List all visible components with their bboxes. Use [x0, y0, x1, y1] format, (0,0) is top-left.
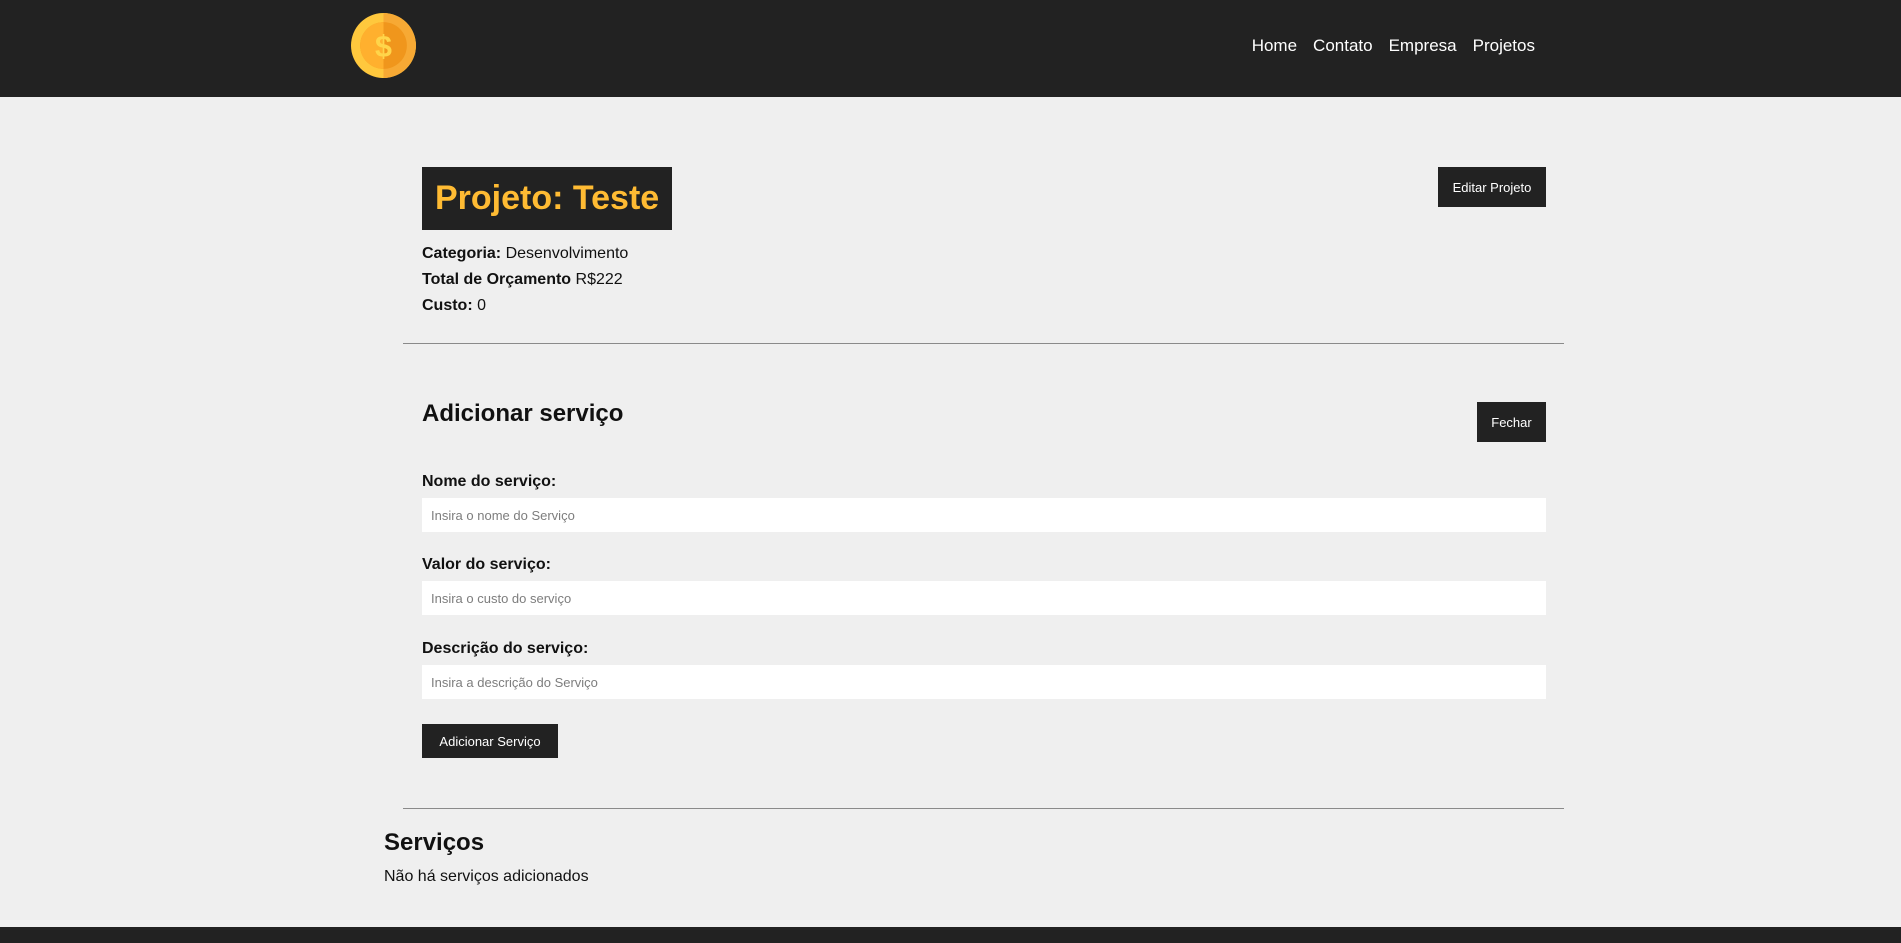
- edit-project-button[interactable]: Editar Projeto: [1438, 167, 1546, 207]
- service-name-input[interactable]: [422, 498, 1546, 532]
- project-category: Categoria: Desenvolvimento: [422, 245, 628, 263]
- footer: [0, 927, 1901, 943]
- add-service-title: Adicionar serviço: [422, 400, 624, 427]
- nav-link-contato[interactable]: Contato: [1313, 36, 1373, 56]
- svg-text:$: $: [375, 30, 392, 64]
- project-budget: Total de Orçamento R$222: [422, 271, 623, 289]
- dollar-coin-icon[interactable]: $: [351, 13, 416, 78]
- nav-link-empresa[interactable]: Empresa: [1389, 36, 1457, 56]
- project-cost: Custo: 0: [422, 297, 486, 315]
- service-description-input[interactable]: [422, 665, 1546, 699]
- service-value-label: Valor do serviço:: [422, 556, 551, 573]
- service-description-label: Descrição do serviço:: [422, 640, 589, 657]
- cost-value: 0: [477, 297, 487, 314]
- add-service-button[interactable]: Adicionar Serviço: [422, 724, 558, 758]
- section-divider: [403, 343, 1564, 344]
- project-title: Projeto: Teste: [435, 179, 660, 217]
- project-title-box: Projeto: Teste: [422, 167, 673, 230]
- section-divider: [403, 808, 1564, 809]
- category-value: Desenvolvimento: [505, 245, 629, 262]
- category-label: Categoria:: [422, 245, 502, 262]
- navbar: $ Home Contato Empresa Projetos: [0, 0, 1901, 97]
- cost-label: Custo:: [422, 297, 473, 314]
- services-empty-message: Não há serviços adicionados: [384, 868, 589, 885]
- nav-link-projetos[interactable]: Projetos: [1473, 36, 1535, 56]
- service-value-input[interactable]: [422, 581, 1546, 615]
- service-name-label: Nome do serviço:: [422, 473, 557, 490]
- close-form-button[interactable]: Fechar: [1477, 402, 1546, 442]
- services-title: Serviços: [384, 829, 485, 856]
- budget-label: Total de Orçamento: [422, 271, 572, 288]
- budget-value: R$222: [575, 271, 623, 288]
- nav-links: Home Contato Empresa Projetos: [1252, 36, 1535, 56]
- nav-link-home[interactable]: Home: [1252, 36, 1297, 56]
